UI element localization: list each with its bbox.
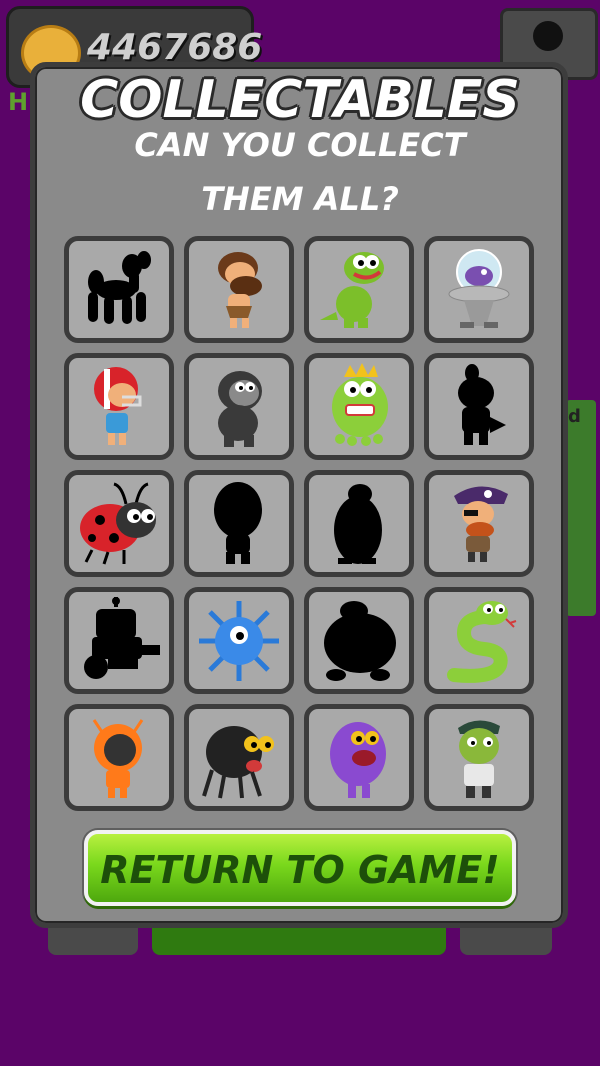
modal-subtitle: CAN YOU COLLECT THEM ALL? [110, 118, 490, 226]
collectable-penguin[interactable] [304, 470, 414, 577]
side-card-label: d [568, 406, 581, 427]
caveman-icon [218, 252, 262, 328]
collectable-caveman[interactable] [184, 236, 294, 343]
collectable-black-spider[interactable] [184, 704, 294, 811]
collectable-green-dinosaur[interactable] [304, 236, 414, 343]
return-to-game-button[interactable]: RETURN TO GAME! [84, 830, 516, 906]
football-player-icon [94, 367, 142, 445]
collectable-frog-king[interactable] [304, 353, 414, 460]
snake-icon [447, 601, 517, 683]
return-to-game-label: RETURN TO GAME! [100, 848, 500, 892]
collectables-grid [64, 236, 536, 811]
collectable-ladybug[interactable] [64, 470, 174, 577]
zombie-icon [458, 720, 500, 798]
collectable-purple-monster[interactable] [304, 704, 414, 811]
subtitle-line-2: THEM ALL? [201, 180, 399, 218]
collectable-astronaut[interactable] [64, 704, 174, 811]
dinosaur-icon [320, 252, 384, 328]
frog-king-icon [332, 363, 388, 446]
purple-monster-icon [330, 722, 386, 798]
bottom-center-button[interactable] [152, 925, 446, 955]
bottom-left-button[interactable] [48, 925, 138, 955]
penguin-icon [334, 484, 382, 564]
collectable-round-creature[interactable] [304, 587, 414, 694]
collectable-alien-in-pod[interactable] [424, 236, 534, 343]
balloon-dog-icon [88, 251, 151, 324]
blue-virus-icon [199, 601, 279, 681]
collectable-pirate[interactable] [424, 470, 534, 577]
collectable-zombie[interactable] [424, 704, 534, 811]
bottom-right-button[interactable] [460, 925, 552, 955]
side-card: d [566, 400, 596, 616]
pirate-icon [454, 486, 508, 562]
collectable-gorilla[interactable] [184, 353, 294, 460]
collectable-egg-creature[interactable] [184, 470, 294, 577]
collectable-balloon-dog[interactable] [64, 236, 174, 343]
profile-icon [533, 21, 563, 51]
gorilla-icon [218, 371, 262, 447]
collectable-football-player[interactable] [64, 353, 174, 460]
collectable-blue-virus[interactable] [184, 587, 294, 694]
ladybug-icon [80, 482, 156, 565]
astronaut-icon [92, 719, 144, 798]
collectable-green-snake[interactable] [424, 587, 534, 694]
robot-icon [84, 597, 160, 679]
egg-creature-icon [214, 482, 262, 564]
ponytail-girl-icon [458, 364, 506, 445]
collectable-ponytail-girl[interactable] [424, 353, 534, 460]
alien-pod-icon [448, 249, 510, 328]
subtitle-line-1: CAN YOU COLLECT [134, 126, 466, 164]
round-creature-icon [324, 601, 396, 681]
spider-icon [202, 726, 274, 799]
collectable-robot[interactable] [64, 587, 174, 694]
